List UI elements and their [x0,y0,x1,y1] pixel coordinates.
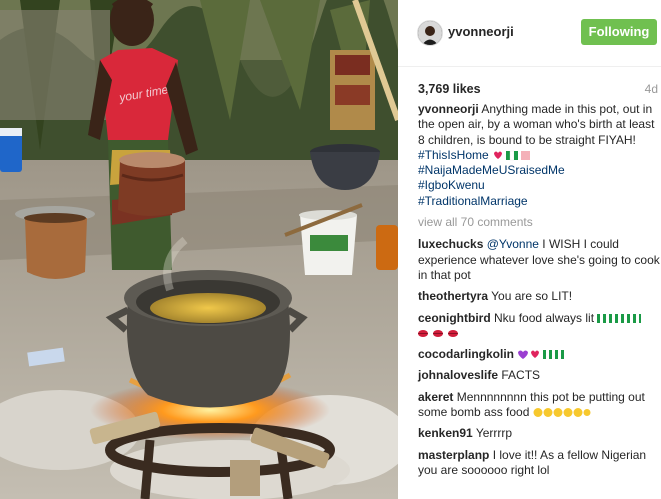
post-sidebar: yvonneorji Following 3,769 likes 4d yvon… [398,0,661,499]
post-photo[interactable]: your time [0,0,398,499]
comment: masterplanp I love it!! As a fellow Nige… [418,448,661,479]
heart-and-flag-emoji-icons [494,151,531,161]
caption: yvonneorji Anything made in this pot, ou… [418,102,661,230]
comment: cocodarlingkolin [418,347,661,362]
hashtag-thisishome[interactable]: #ThisIsHome [418,148,661,163]
comment-text: Yerrrrp [475,426,513,441]
comment-username[interactable]: theothertyra [418,289,488,303]
comment: akeret Mennnnnnnn this pot be putting ou… [418,390,661,421]
comment-text: You are so LIT! [491,289,573,304]
comment-username[interactable]: akeret [418,390,453,404]
comment-text: Mennnnnnnn this pot be putting out some … [418,389,645,420]
cooking-scene-image: your time [0,0,398,499]
caption-username[interactable]: yvonneorji [418,102,479,116]
post-author-username[interactable]: yvonneorji [448,24,514,39]
comment-username[interactable]: kenken91 [418,426,473,440]
laughing-emoji-icons [533,408,591,418]
kiss-lips-emoji-icons [418,330,458,338]
comments-list: yvonneorji Anything made in this pot, ou… [418,102,661,484]
comment: johnaloveslife FACTS [418,368,661,383]
post-header: yvonneorji Following [398,0,661,67]
hashtag-naijamademeusraisedme[interactable]: #NaijaMadeMeUSraisedMe [418,163,661,178]
comment: luxechucks @Yvonne I WISH I could experi… [418,237,661,283]
comment-username[interactable]: masterplanp [418,448,489,462]
heart-and-flag-emoji-icons [518,350,565,360]
comment: theothertyra You are so LIT! [418,289,661,304]
hashtag-igbokwenu[interactable]: #IgboKwenu [418,178,661,193]
hashtag-traditionalmarriage[interactable]: #TraditionalMarriage [418,194,661,209]
likes-count[interactable]: 3,769 likes [418,82,481,96]
comment-text: FACTS [501,368,541,383]
comment-username[interactable]: luxechucks [418,237,483,251]
following-button[interactable]: Following [581,19,657,45]
comment-username[interactable]: johnaloveslife [418,368,498,382]
comment: ceonightbird Nku food always lit [418,311,661,342]
post-age: 4d [644,82,658,96]
comment-username[interactable]: ceonightbird [418,311,491,325]
comment: kenken91 Yerrrrp [418,426,661,441]
post-meta: 3,769 likes 4d [418,82,658,96]
nigeria-flag-emoji-icons [597,313,642,323]
view-all-comments-link[interactable]: view all 70 comments [418,215,661,230]
avatar-image [418,21,442,45]
comment-text: Nku food always lit [494,310,595,325]
comment-username[interactable]: cocodarlingkolin [418,347,514,361]
avatar[interactable] [417,20,443,46]
comment-mention[interactable]: @Yvonne [487,237,539,251]
